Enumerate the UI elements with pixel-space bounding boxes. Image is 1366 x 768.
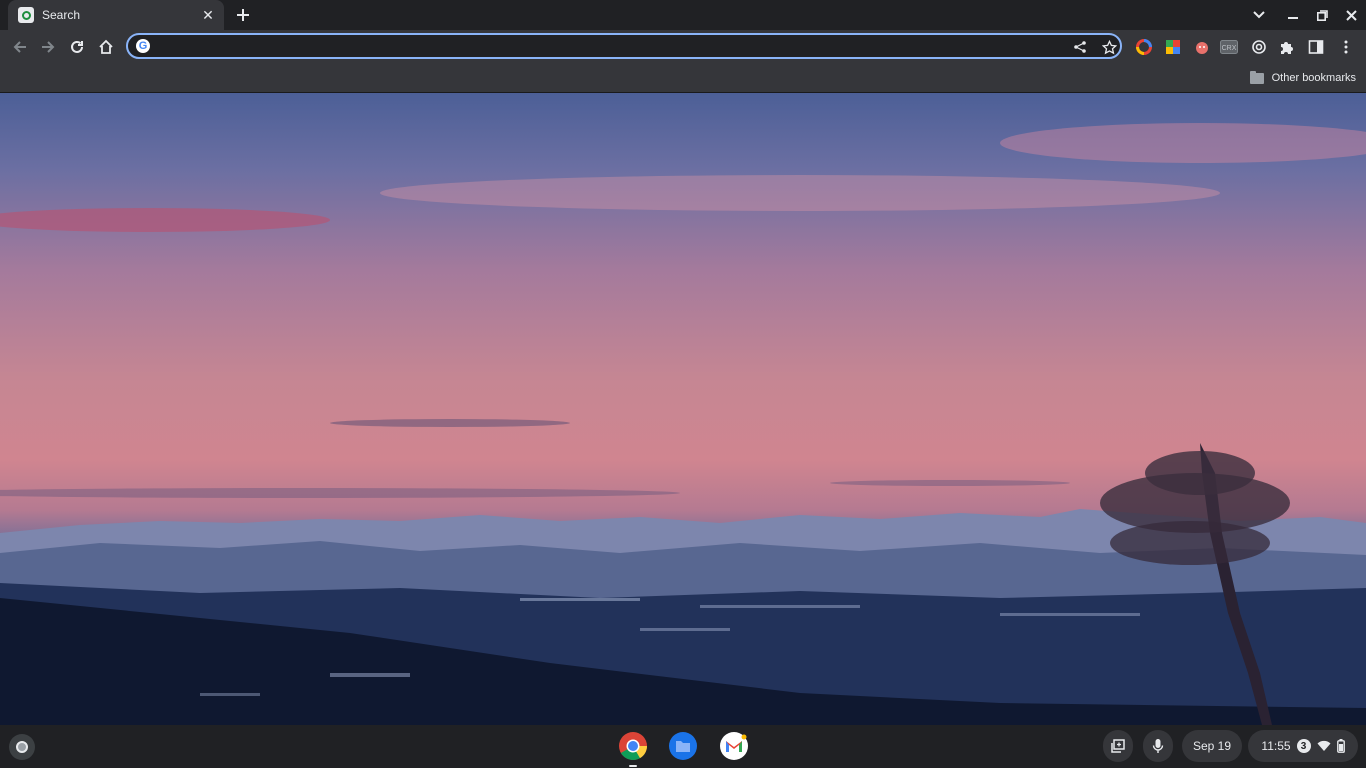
crx-icon[interactable]: CRX [1220,38,1238,56]
microphone-button[interactable] [1143,730,1173,762]
shelf: Sep 19 11:55 3 [0,725,1366,768]
color-picker-icon[interactable] [1135,38,1153,56]
time-label: 11:55 [1261,739,1291,753]
restore-button[interactable] [1311,4,1333,26]
tab-strip: Search ✕ [0,0,1366,30]
spiral-icon[interactable] [1250,38,1268,56]
minimize-button[interactable] [1282,4,1304,26]
toolbar: G CRX [0,30,1366,64]
other-bookmarks-label: Other bookmarks [1271,72,1356,84]
screen-capture-button[interactable] [1103,730,1133,762]
battery-icon [1336,739,1345,753]
wifi-icon [1317,740,1331,751]
launcher-button[interactable] [9,734,35,760]
microphone-icon [1152,739,1164,753]
palette-icon[interactable] [1164,38,1182,56]
tab-title: Search [42,8,81,22]
date-label: Sep 19 [1192,739,1232,753]
gmail-icon [720,732,748,760]
google-g-icon: G [136,39,150,53]
tab-search-dropdown-icon[interactable] [1248,4,1270,26]
date-button[interactable]: Sep 19 [1182,730,1242,762]
side-panel-icon[interactable] [1307,38,1325,56]
search-favicon-icon [18,7,34,23]
screen-capture-icon [1111,739,1125,753]
back-button[interactable] [7,34,33,60]
reaction-icon[interactable] [1193,38,1211,56]
system-tray[interactable]: 11:55 3 [1248,730,1358,762]
chrome-icon [619,732,647,760]
gmail-app[interactable] [718,730,750,762]
chrome-app[interactable] [617,730,649,762]
files-app[interactable] [667,730,699,762]
tab-search[interactable]: Search ✕ [8,0,224,30]
home-button[interactable] [93,34,119,60]
files-icon [669,732,697,760]
launcher-icon [16,741,28,753]
reload-button[interactable] [64,34,90,60]
sunset-landscape [0,123,1366,725]
close-tab-icon[interactable]: ✕ [200,7,216,23]
active-app-indicator [629,765,637,767]
omnibox[interactable]: G [126,33,1122,59]
share-icon[interactable] [1071,38,1089,56]
address-input[interactable] [158,37,1062,57]
close-window-button[interactable] [1340,4,1362,26]
folder-icon [1249,70,1264,84]
more-menu-icon[interactable] [1337,38,1355,56]
bookmark-star-icon[interactable] [1100,38,1118,56]
bookmarks-bar: Other bookmarks [0,64,1366,93]
puzzle-icon[interactable] [1278,38,1296,56]
svg-text:CRX: CRX [1222,45,1237,52]
notification-count-badge: 3 [1296,739,1311,753]
page-content [0,93,1366,725]
forward-button[interactable] [35,34,61,60]
other-bookmarks[interactable]: Other bookmarks [1249,68,1356,88]
new-tab-button[interactable] [232,4,254,26]
